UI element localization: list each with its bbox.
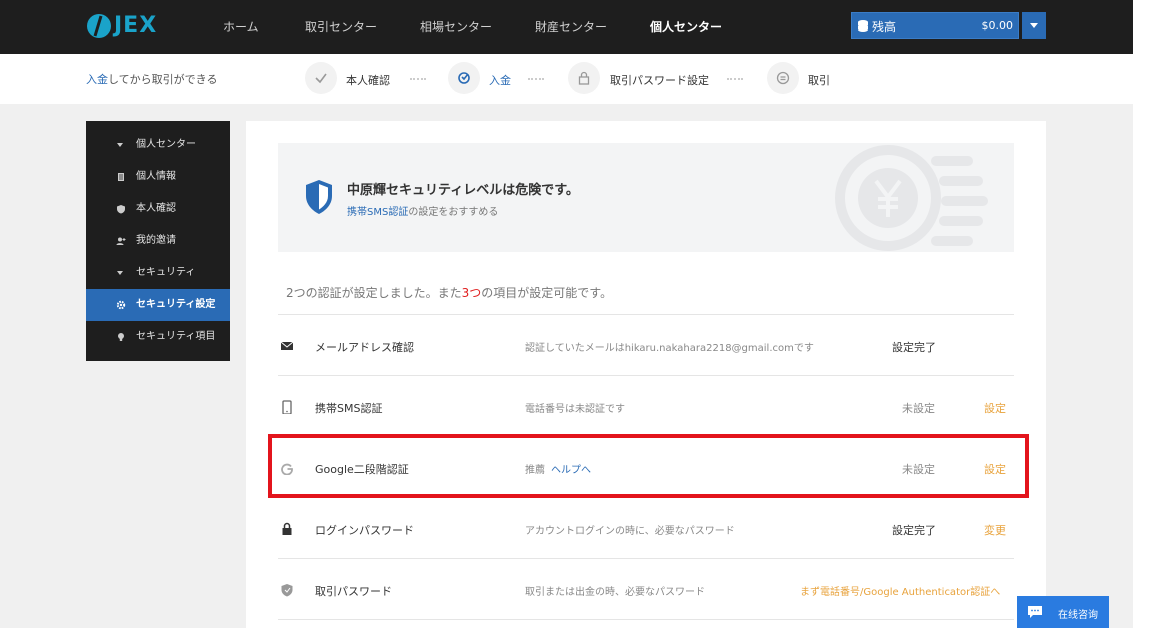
trade-password-prerequisite-link[interactable]: まず電話番号/Google Authenticator認証へ [800,583,1000,598]
row-status: 設定完了 [892,524,936,537]
banner-subtitle: 携帯SMS認証の設定をおすすめる [347,203,498,218]
balance-dropdown-button[interactable] [1022,12,1046,39]
nav-market-center[interactable]: 相場センター [420,0,492,54]
exchange-icon [776,71,790,85]
step-deposit-label[interactable]: 入金 [489,72,511,88]
step-verify-icon [305,62,337,94]
sidebar-item-security[interactable]: セキュリティ [86,257,230,289]
step-password-icon [568,62,600,94]
bulb-icon [118,333,124,341]
row-description: 認証していたメールはhikaru.nakahara2218@gmail.comで… [525,343,814,354]
security-level-banner: 中原輝セキュリティレベルは危険です。 携帯SMS認証の設定をおすすめる [278,143,1014,252]
summary-pre: 2つの認証が設定しました。また [286,286,462,300]
row-name: メールアドレス確認 [315,341,414,354]
logo[interactable]: JEX [86,12,176,40]
sidebar-item-label: 個人情報 [136,171,176,182]
onboarding-steps: 入金してから取引ができる 本人確認 入金 取引パスワード設定 取引 [0,54,1133,104]
mail-icon [280,341,294,350]
sidebar-item-personal-center[interactable]: 個人センター [86,129,230,161]
lock-icon [282,522,292,535]
row-name: ログインパスワード [315,524,414,537]
sidebar-item-security-items[interactable]: セキュリティ項目 [86,321,230,353]
online-chat-button[interactable]: 在线咨询 [1017,596,1109,628]
banner-title: 中原輝セキュリティレベルは危険です。 [347,183,579,198]
nav-trade-center[interactable]: 取引センター [305,0,377,54]
scrollbar-track[interactable] [1133,0,1150,628]
check-icon [315,73,327,84]
shield-icon [281,584,293,597]
gear-icon [116,300,126,310]
step-deposit-icon [448,62,480,94]
user-add-icon [116,237,126,245]
security-row-sms: 携帯SMS認証 電話番号は未認証です 未設定 設定 [278,375,1014,436]
sidebar-item-security-settings[interactable]: セキュリティ設定 [86,289,230,321]
sidebar-item-label: 本人確認 [136,203,176,214]
document-icon [118,173,124,181]
step-hint: 入金してから取引ができる [86,71,217,87]
chat-label: 在线咨询 [1058,610,1098,621]
step-divider [528,78,544,80]
balance-amount: $0.00 [981,19,1014,32]
row-description: 電話番号は未認証です [525,404,625,415]
lock-icon [578,71,590,85]
row-name: 取引パスワード [315,585,392,598]
summary-count: 3つ [461,286,482,300]
sidebar-item-label: 個人センター [136,139,196,150]
balance-box[interactable]: 残高 $0.00 [851,12,1019,39]
row-description: 取引または出金の時、必要なパスワード [525,587,705,598]
sidebar-item-label: セキュリティ項目 [136,331,216,342]
deposit-icon [458,72,470,84]
coin-stack-icon [858,20,868,32]
row-status: 設定完了 [892,341,936,354]
step-trade-label: 取引 [808,74,830,87]
yen-watermark-icon [835,145,988,251]
shield-icon [306,180,332,214]
security-row-email: メールアドレス確認 認証していたメールはhikaru.nakahara2218@… [278,314,1014,375]
top-navbar: JEX ホーム 取引センター 相場センター 財産センター 個人センター 残高 $… [0,0,1133,54]
row-divider [278,619,1014,628]
step-divider [727,78,743,80]
shield-icon [117,205,125,214]
summary-post: の項目が設定可能です。 [481,286,613,300]
step-verify-label: 本人確認 [346,74,390,87]
balance-label: 残高 [872,20,897,34]
sidebar-item-verification[interactable]: 本人確認 [86,193,230,225]
caret-down-icon [117,271,123,275]
banner-subtitle-text: の設定をおすすめる [408,207,499,218]
sidebar-item-label: 我的邀请 [136,235,176,246]
step-trade-icon [767,62,799,94]
step-divider [410,78,426,80]
caret-down-icon [1030,23,1038,28]
highlight-box [268,434,1029,498]
chat-bubble-icon [1028,606,1042,618]
row-description: アカウントログインの時に、必要なパスワード [525,526,735,537]
phone-icon [282,400,292,414]
sidebar-item-label: セキュリティ [136,267,196,278]
step-hint-text: してから取引ができる [108,73,218,86]
sidebar: 個人センター 個人情報 本人確認 我的邀请 セキュリティ セキュリティ設定 セキ… [86,121,230,361]
sidebar-item-label: セキュリティ設定 [136,299,216,310]
login-password-change-link[interactable]: 変更 [984,522,1006,538]
row-status: 未設定 [902,402,935,415]
sms-setup-link[interactable]: 設定 [984,400,1006,416]
sidebar-item-invites[interactable]: 我的邀请 [86,225,230,257]
sidebar-item-profile[interactable]: 個人情報 [86,161,230,193]
row-name: 携帯SMS認証 [315,402,383,415]
security-row-trade-password: 取引パスワード 取引または出金の時、必要なパスワード まず電話番号/Google… [278,558,1014,619]
step-password-label: 取引パスワード設定 [610,74,709,87]
logo-mark-icon [87,14,111,38]
security-summary: 2つの認証が設定しました。また3つの項目が設定可能です。 [286,284,612,301]
security-row-login-password: ログインパスワード アカウントログインの時に、必要なパスワード 設定完了 変更 [278,497,1014,558]
banner-sms-link[interactable]: 携帯SMS認証 [347,207,408,218]
nav-home[interactable]: ホーム [223,0,259,54]
step-hint-link[interactable]: 入金 [86,73,108,86]
caret-down-icon [117,143,123,147]
nav-personal-center[interactable]: 個人センター [650,0,722,54]
nav-asset-center[interactable]: 財産センター [535,0,607,54]
logo-text: JEX [114,13,158,38]
